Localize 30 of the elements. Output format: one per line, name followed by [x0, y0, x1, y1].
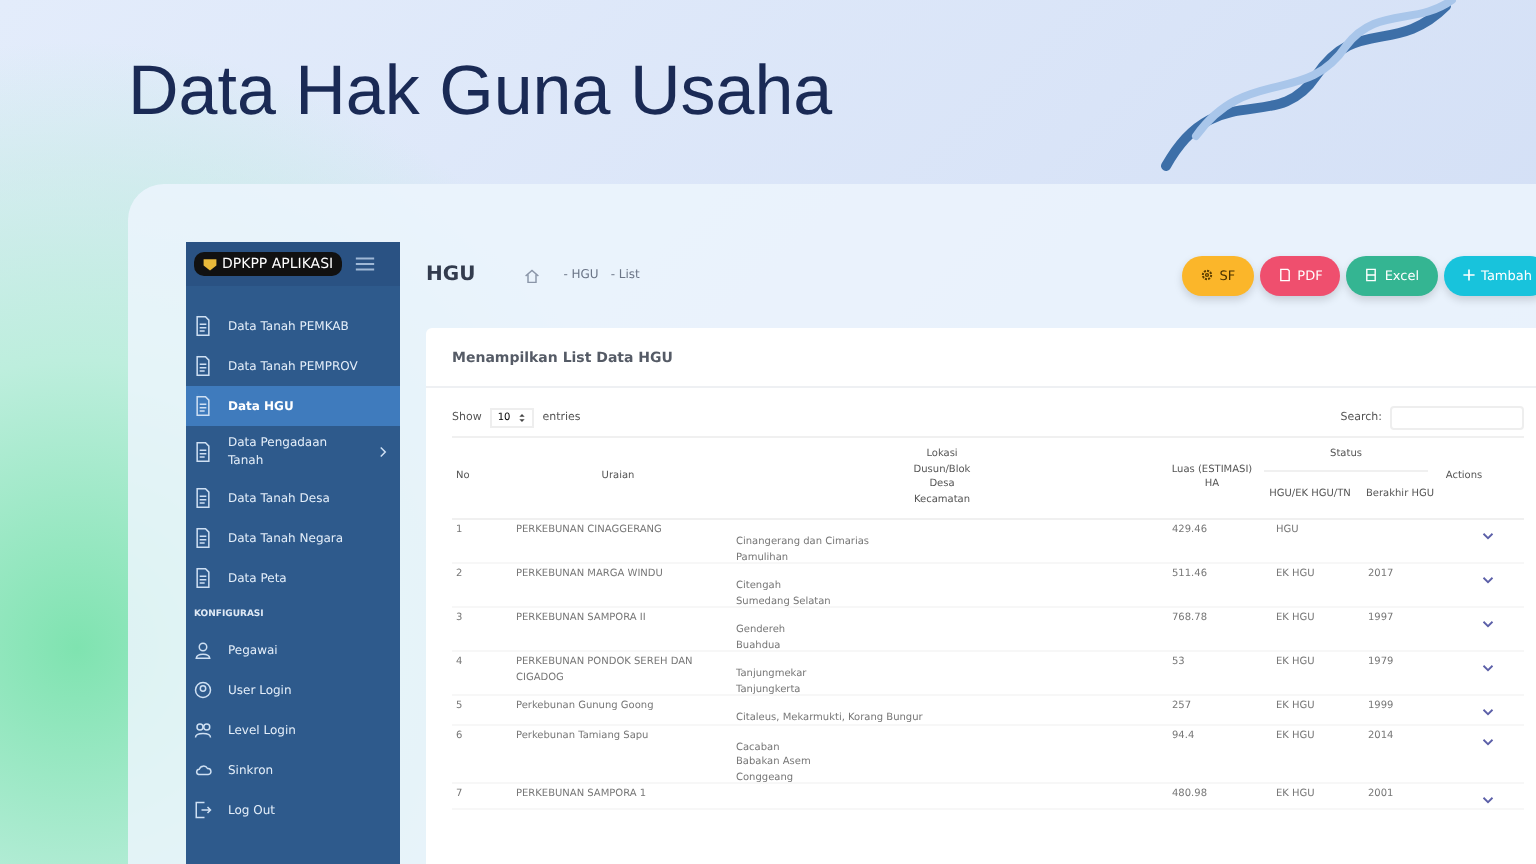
cloud-icon [194, 760, 212, 780]
page-title: Data Hak Guna Usaha [128, 50, 833, 134]
chevron-right-icon [378, 446, 388, 458]
gear-icon [1199, 268, 1214, 282]
chevron-down-icon[interactable] [1482, 576, 1494, 584]
chevron-down-icon[interactable] [1482, 737, 1494, 745]
chevron-down-icon[interactable] [1482, 708, 1494, 716]
table-icon [1364, 268, 1379, 282]
document-icon [194, 316, 212, 336]
logout-icon [194, 800, 212, 820]
emblem-icon [202, 256, 218, 272]
menu-icon[interactable] [353, 256, 376, 272]
home-icon[interactable] [523, 267, 540, 283]
document-icon [194, 356, 212, 376]
file-icon [1277, 268, 1292, 282]
person-icon [194, 640, 212, 660]
users-icon [194, 720, 212, 740]
sort-caret-icon [518, 412, 527, 424]
chevron-down-icon[interactable] [1482, 796, 1494, 804]
document-icon [194, 528, 212, 548]
document-icon [194, 488, 212, 508]
user-circle-icon [194, 680, 212, 700]
document-icon [194, 396, 212, 416]
document-icon [194, 568, 212, 588]
chevron-down-icon[interactable] [1482, 664, 1494, 672]
chevron-down-icon[interactable] [1482, 532, 1494, 540]
document-icon [194, 442, 212, 462]
plus-icon [1461, 268, 1476, 282]
chevron-down-icon[interactable] [1482, 620, 1494, 628]
page-heading: HGU [426, 264, 476, 286]
